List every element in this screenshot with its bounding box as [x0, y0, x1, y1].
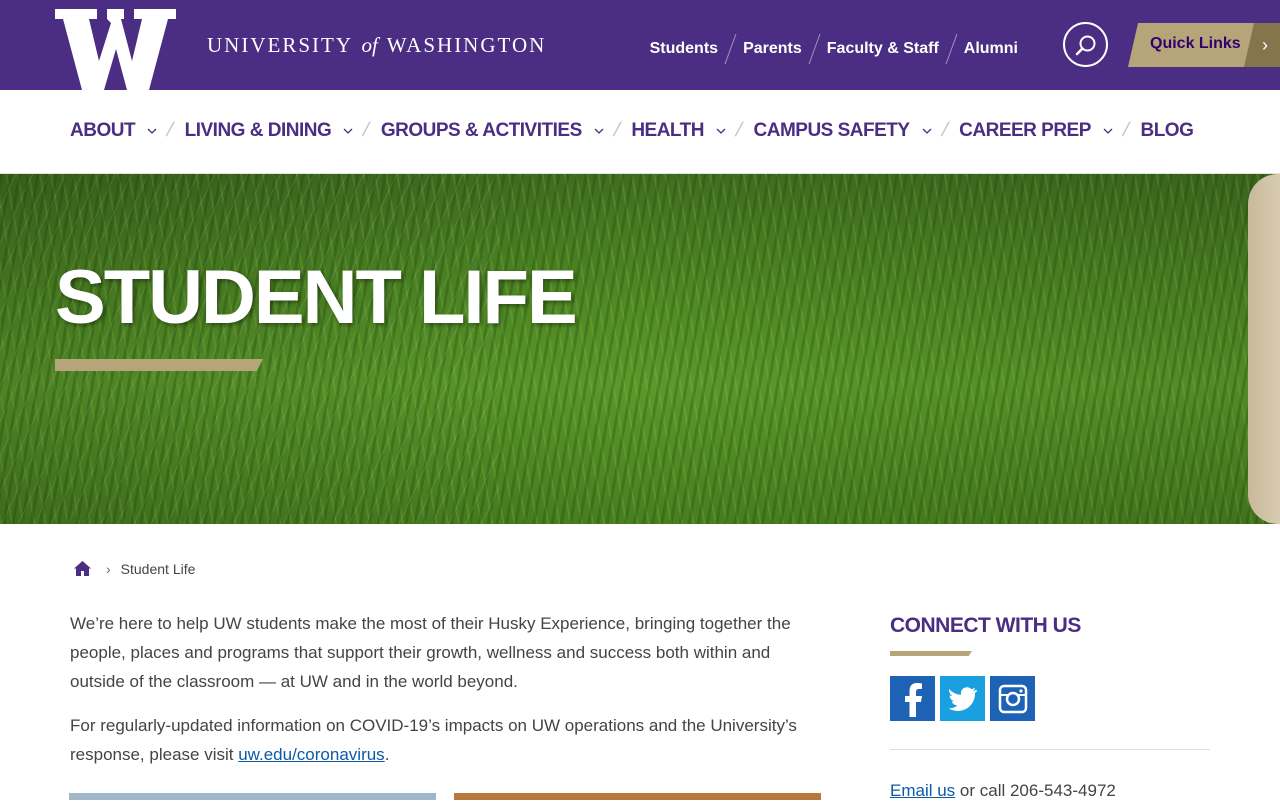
covid-text: For regularly-updated information on COV…: [70, 716, 797, 764]
nav-item-career-prep[interactable]: CAREER PREP /: [959, 119, 1140, 142]
twitter-icon: [948, 686, 977, 711]
nav-item-living-dining[interactable]: LIVING & DINING /: [185, 119, 381, 142]
breadcrumb-current: Student Life: [120, 560, 196, 577]
audience-link-alumni[interactable]: Alumni: [964, 40, 1018, 58]
hero-shade-overlay: [0, 174, 1280, 524]
hero-shoe-image: [1248, 174, 1280, 524]
nav-item-blog[interactable]: BLOG: [1140, 120, 1193, 142]
chevron-down-icon[interactable]: [1103, 126, 1113, 136]
social-links: [890, 676, 1040, 721]
chevron-down-icon[interactable]: [922, 126, 932, 136]
facebook-button[interactable]: [890, 676, 935, 721]
wordmark-washington: WASHINGTON: [386, 33, 547, 57]
wordmark-of: of: [361, 33, 378, 57]
hero-banner: STUDENT LIFE: [0, 174, 1280, 524]
main-nav-list: ABOUT / LIVING & DINING / GROUPS & ACTIV…: [70, 119, 1194, 142]
facebook-icon: [904, 682, 922, 717]
uw-w-logo[interactable]: [55, 9, 176, 90]
nav-label[interactable]: HEALTH: [631, 120, 704, 142]
top-header-bar: UNIVERSITY of WASHINGTON Students Parent…: [0, 0, 1280, 90]
intro-paragraph: We’re here to help UW students make the …: [70, 614, 791, 691]
nav-item-groups-activities[interactable]: GROUPS & ACTIVITIES /: [381, 119, 632, 142]
quick-links-button[interactable]: Quick Links ›: [1128, 23, 1280, 67]
nav-item-about[interactable]: ABOUT /: [70, 119, 185, 142]
twitter-button[interactable]: [940, 676, 985, 721]
nav-label[interactable]: GROUPS & ACTIVITIES: [381, 120, 582, 142]
hero-gold-underline: [55, 359, 263, 371]
audience-separator: [945, 34, 958, 64]
audience-nav: Students Parents Faculty & Staff Alumni: [650, 34, 1018, 64]
home-icon[interactable]: [73, 560, 92, 577]
chevron-down-icon[interactable]: [716, 126, 726, 136]
audience-link-students[interactable]: Students: [650, 40, 718, 58]
wordmark-university: UNIVERSITY: [207, 33, 353, 57]
contact-info: Email us or call 206-543-4972: [890, 781, 1116, 801]
chevron-down-icon[interactable]: [147, 126, 157, 136]
sidebar-divider: [890, 749, 1210, 750]
search-icon: [1075, 35, 1095, 55]
chevron-down-icon[interactable]: [343, 126, 353, 136]
audience-link-faculty-staff[interactable]: Faculty & Staff: [827, 40, 939, 58]
chevron-down-icon[interactable]: [594, 126, 604, 136]
university-wordmark[interactable]: UNIVERSITY of WASHINGTON: [207, 33, 546, 58]
connect-heading: CONNECT WITH US: [890, 614, 1081, 637]
nav-item-health[interactable]: HEALTH /: [631, 119, 753, 142]
nav-label[interactable]: ABOUT: [70, 120, 136, 142]
main-navigation: ABOUT / LIVING & DINING / GROUPS & ACTIV…: [0, 90, 1280, 174]
nav-label[interactable]: BLOG: [1140, 120, 1193, 142]
nav-separator: /: [1120, 119, 1132, 141]
instagram-button[interactable]: [990, 676, 1035, 721]
nav-item-campus-safety[interactable]: CAMPUS SAFETY /: [754, 119, 960, 142]
nav-separator: /: [938, 119, 951, 141]
nav-separator: /: [610, 119, 623, 141]
quick-links-label: Quick Links: [1150, 35, 1241, 52]
nav-label[interactable]: CAMPUS SAFETY: [754, 120, 911, 142]
covid-text-end: .: [384, 745, 390, 764]
connect-gold-underline: [890, 651, 972, 656]
audience-separator: [724, 34, 737, 64]
feature-image-right[interactable]: [454, 793, 821, 800]
covid-paragraph: For regularly-updated information on COV…: [70, 711, 820, 769]
nav-label[interactable]: CAREER PREP: [959, 120, 1091, 142]
email-us-link[interactable]: Email us: [890, 781, 955, 800]
phone-text: or call 206-543-4972: [955, 781, 1116, 800]
nav-label[interactable]: LIVING & DINING: [185, 120, 332, 142]
coronavirus-link[interactable]: uw.edu/coronavirus: [238, 745, 384, 764]
breadcrumb-separator: ›: [106, 560, 111, 577]
page-title: STUDENT LIFE: [55, 255, 578, 340]
instagram-icon: [998, 684, 1027, 713]
audience-link-parents[interactable]: Parents: [743, 40, 802, 58]
nav-separator: /: [733, 119, 745, 141]
nav-separator: /: [164, 119, 176, 141]
feature-image-left[interactable]: [69, 793, 436, 800]
nav-separator: /: [360, 119, 372, 141]
breadcrumb: › Student Life: [73, 560, 195, 577]
audience-separator: [808, 34, 821, 64]
search-button[interactable]: [1063, 22, 1108, 67]
